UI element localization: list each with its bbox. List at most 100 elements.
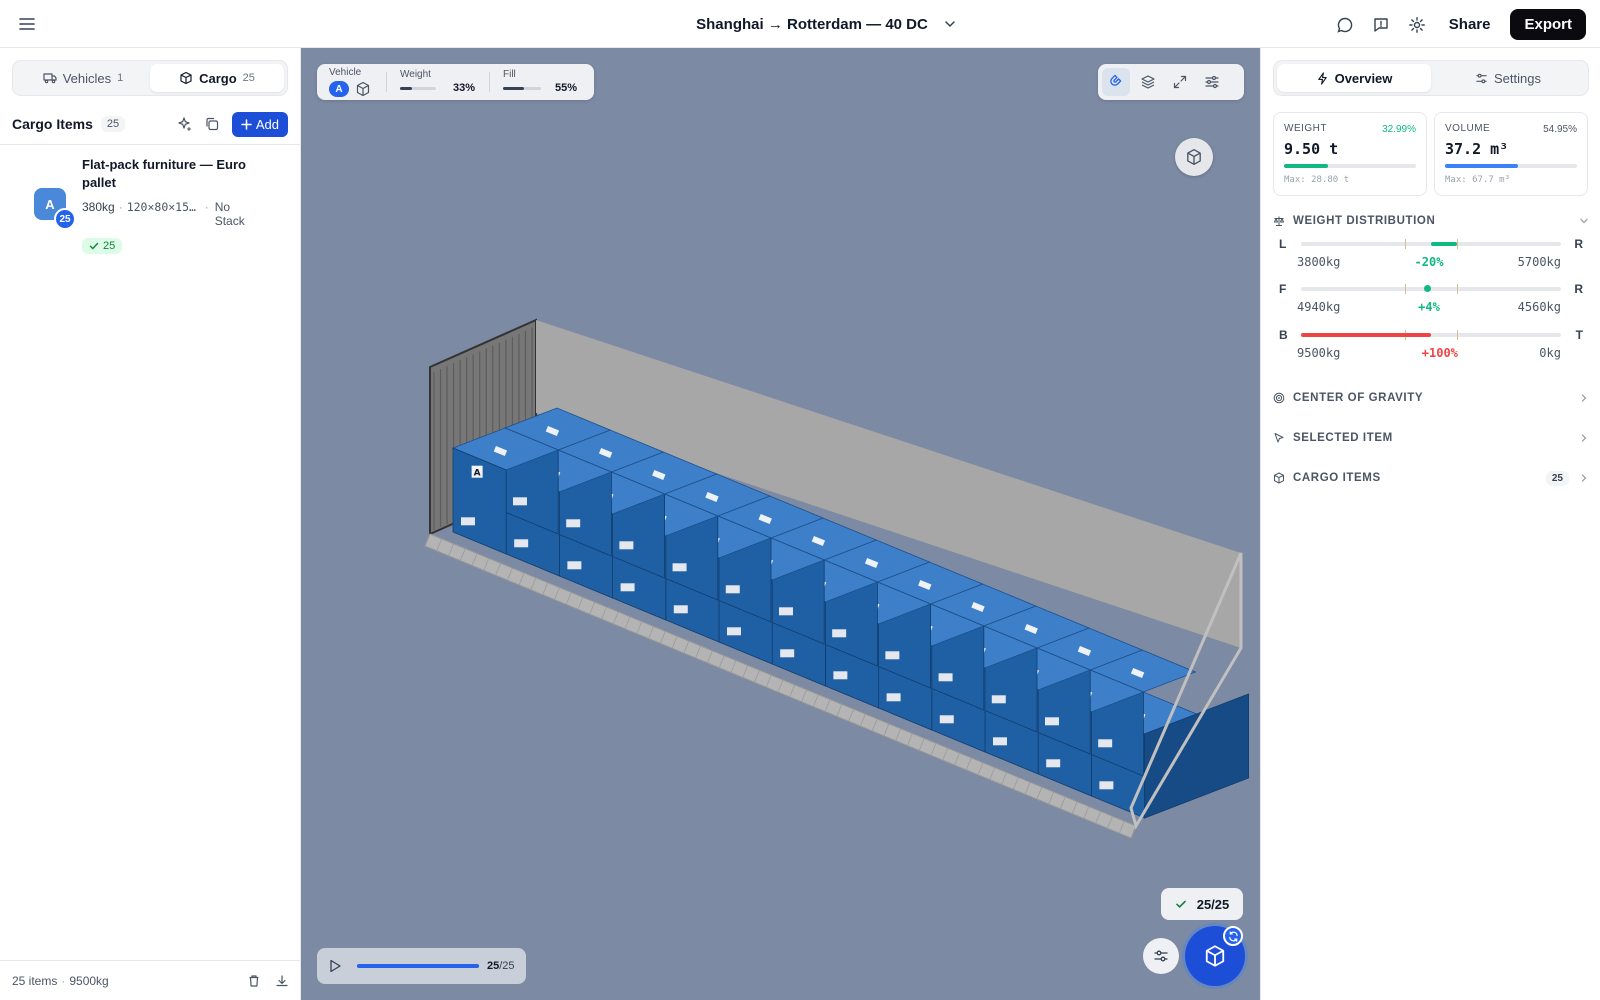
distribution-bar [1431,242,1457,246]
box-barcode-sticker [992,737,1007,746]
distribution-dot [1424,285,1431,292]
box-barcode-sticker [1099,781,1114,790]
playback-bar: 25/25 [317,948,526,984]
volume-stat-fill [1445,164,1518,168]
weight-stat-fill [1284,164,1328,168]
play-icon[interactable] [327,958,343,974]
vehicle-badge[interactable]: A [329,81,349,97]
cargo-items-count: 25 [100,116,126,132]
chevron-down-icon [1580,218,1588,224]
adjustments-icon[interactable] [1198,68,1226,96]
box-label-text: A [474,469,481,479]
tolerance-mark [1405,239,1406,249]
sparkle-icon[interactable] [176,116,192,132]
playback-count: 25/25 [487,960,515,972]
box-barcode-sticker [514,539,529,548]
box-icon [1205,945,1225,967]
selected-item-header[interactable]: SELECTED ITEM [1273,428,1589,448]
distribution-delta: +4% [1418,300,1440,314]
refresh-icon[interactable] [1223,926,1243,946]
playback-scrubber[interactable] [357,964,479,968]
container-3d-scene[interactable]: AAAAAAAAAAAAAAAAAAAAAAAAA [301,48,1260,1000]
box-barcode-sticker [778,607,793,616]
box-barcode-sticker [938,673,953,682]
box-barcode-sticker [460,517,475,526]
download-icon[interactable] [275,974,289,988]
box-barcode-sticker [619,541,634,550]
cargo-items-title: Cargo Items [12,116,93,132]
tab-overview[interactable]: Overview [1277,64,1431,92]
distribution-track [1301,284,1561,294]
footer-item-count: 25 items [12,973,58,988]
export-button[interactable]: Export [1510,9,1586,40]
chevron-down-icon[interactable] [942,16,958,32]
box-barcode-sticker [886,693,901,702]
tolerance-mark [1457,330,1458,340]
left-sidebar: Vehicles 1 Cargo 25 Cargo Items 25 Add A… [0,48,301,1000]
separator-dot: · [61,973,66,988]
distribution-left-axis: L [1279,237,1287,251]
filters-button[interactable] [1143,938,1179,974]
feedback-icon[interactable] [1369,13,1393,37]
tab-vehicles[interactable]: Vehicles 1 [16,64,150,92]
top-bar: Shanghai → Rotterdam — 40 DC Share Expor… [0,0,1600,48]
distribution-right-axis: R [1574,237,1583,251]
distribution-left-value: 3800kg [1297,255,1341,269]
chevron-right-icon [1581,434,1587,442]
add-cargo-button[interactable]: Add [231,111,288,137]
weight-distribution-header[interactable]: WEIGHT DISTRIBUTION [1273,211,1589,231]
3d-viewport[interactable]: AAAAAAAAAAAAAAAAAAAAAAAAA Vehicle A Weig… [301,48,1260,1000]
weight-mini-bar [400,87,436,90]
trash-icon[interactable] [247,974,261,988]
layers-icon[interactable] [1134,68,1162,96]
comments-icon[interactable] [1333,13,1357,37]
center-of-gravity-header[interactable]: CENTER OF GRAVITY [1273,388,1589,408]
tab-cargo-count: 25 [242,72,255,84]
tolerance-mark [1457,284,1458,294]
cargo-item-name: Flat-pack furniture — Euro pallet [82,157,246,190]
right-panel: Overview Settings WEIGHT 32.99% 9.50 t M… [1260,48,1600,1000]
sidebar-footer: 25 items · 9500kg [0,960,301,1000]
cargo-list-item[interactable]: A 25 Flat-pack furniture — Euro pallet 3… [12,156,288,256]
cargo-items-panel-header[interactable]: CARGO ITEMS 25 [1273,468,1589,488]
magnet-snap-icon[interactable] [1102,68,1130,96]
settings-gear-icon[interactable] [1405,13,1429,37]
tab-vehicles-count: 1 [117,72,124,84]
volume-stat-percent: 54.95% [1543,124,1577,135]
vehicle-label: Vehicle [329,67,362,78]
playback-total: /25 [499,960,515,972]
fullscreen-icon[interactable] [1166,68,1194,96]
cargo-item-dimensions: 120×80×150cm [126,200,201,214]
weight-percent: 33% [453,82,476,94]
box-barcode-sticker [672,563,687,572]
cargo-items-header: Cargo Items 25 Add [12,110,288,138]
distribution-left-value: 4940kg [1297,300,1341,314]
target-icon [1273,392,1285,404]
tab-vehicles-label: Vehicles [62,70,112,86]
cargo-item-meta: 380kg · 120×80×150cm · No Stack [82,200,282,228]
tab-overview-label: Overview [1334,70,1393,86]
distribution-delta: +100% [1421,346,1458,360]
distribution-row: F R 4940kg +4% 4560kg [1279,280,1583,320]
center-of-gravity-title: CENTER OF GRAVITY [1293,392,1424,404]
box-barcode-sticker [780,649,795,658]
menu-icon[interactable] [16,13,38,35]
cube-icon[interactable] [355,81,371,97]
view-cube-button[interactable] [1175,138,1213,176]
box-barcode-sticker [991,695,1006,704]
tab-cargo[interactable]: Cargo 25 [150,64,284,92]
distribution-right-value: 0kg [1539,346,1561,360]
duplicate-icon[interactable] [204,116,220,132]
fill-percent: 55% [555,82,578,94]
share-button[interactable]: Share [1441,10,1499,39]
viewport-toolbar [1098,64,1244,100]
fill-mini-fill [503,87,524,90]
distribution-left-axis: B [1279,328,1288,342]
truck-icon [43,73,57,84]
volume-stat-bar [1445,164,1577,168]
placed-badge: 25 [82,238,123,254]
tab-settings[interactable]: Settings [1431,64,1585,92]
tab-settings-label: Settings [1494,70,1541,86]
box-icon [1274,472,1284,484]
sidebar-tabs: Vehicles 1 Cargo 25 [12,60,288,96]
